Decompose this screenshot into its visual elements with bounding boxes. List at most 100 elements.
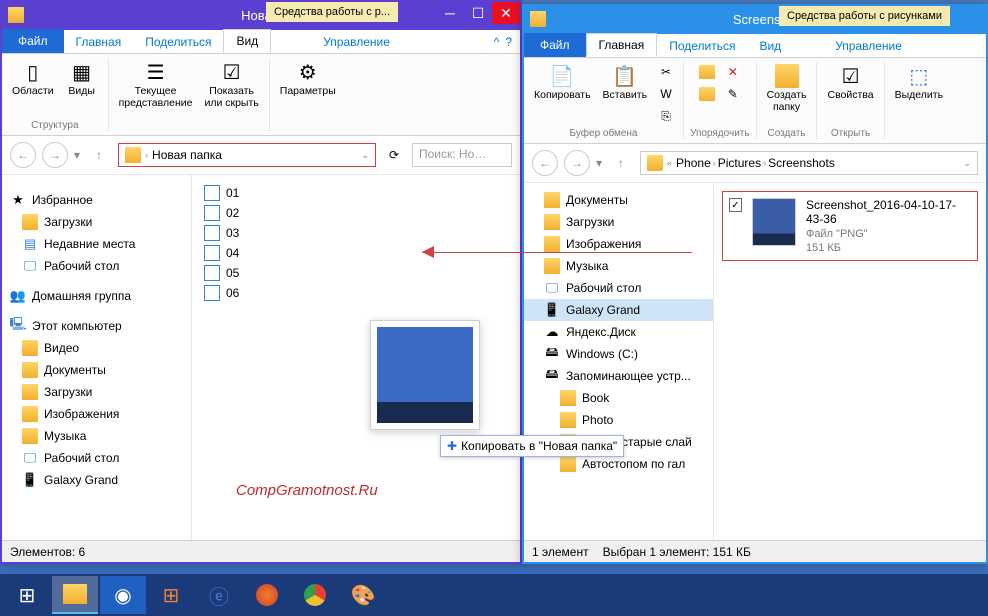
- tab-file[interactable]: Файл: [524, 33, 586, 57]
- titlebar[interactable]: Screenshots Средства работы с рисунками: [524, 6, 986, 32]
- forward-button[interactable]: →: [564, 150, 590, 176]
- rename-button[interactable]: ✎: [722, 84, 744, 104]
- select-button[interactable]: ⬚Выделить: [891, 62, 947, 139]
- tab-manage[interactable]: Управление: [823, 35, 914, 57]
- sidebar-pictures[interactable]: Изображения: [2, 403, 191, 425]
- checkbox[interactable]: ✓: [729, 198, 742, 212]
- file-list[interactable]: ✓ Screenshot_2016-04-10-17-43-36 Файл "P…: [714, 183, 986, 547]
- select-icon: ⬚: [907, 64, 931, 88]
- task-paint[interactable]: 🎨: [340, 576, 386, 614]
- file-item[interactable]: 02: [200, 203, 512, 223]
- copy-to-button[interactable]: [696, 84, 718, 104]
- sidebar-downloads[interactable]: Загрузки: [2, 211, 191, 233]
- help-icon[interactable]: ?: [505, 35, 512, 49]
- contextual-tab[interactable]: Средства работы с рисунками: [779, 6, 950, 26]
- sidebar-thispc[interactable]: 🖳Этот компьютер: [2, 315, 191, 337]
- copy-button[interactable]: 📄Копировать: [530, 62, 595, 126]
- task-firefox[interactable]: [244, 576, 290, 614]
- task-app-blue[interactable]: ◉: [100, 576, 146, 614]
- tab-manage[interactable]: Управление: [311, 31, 402, 53]
- sidebar-recent[interactable]: ▤Недавние места: [2, 233, 191, 255]
- sidebar-documents[interactable]: Документы: [2, 359, 191, 381]
- current-view-button[interactable]: ☰Текущее представление: [115, 58, 197, 129]
- sidebar-homegroup[interactable]: 👥Домашняя группа: [2, 285, 191, 307]
- sidebar-book[interactable]: Book: [524, 387, 713, 409]
- taskbar: ⊞ ◉ ⊞ ⓔ 🎨: [0, 574, 988, 616]
- task-ie[interactable]: ⓔ: [196, 576, 242, 614]
- views-button[interactable]: ▦Виды: [62, 58, 102, 118]
- properties-button[interactable]: ☑Свойства: [823, 62, 877, 126]
- file-item[interactable]: 04: [200, 243, 512, 263]
- phone-icon: 📱: [544, 302, 560, 318]
- recent-dropdown-icon[interactable]: ▾: [74, 148, 80, 162]
- maximize-button[interactable]: ☐: [464, 2, 492, 24]
- task-app-tiles[interactable]: ⊞: [148, 576, 194, 614]
- file-item[interactable]: 01: [200, 183, 512, 203]
- cut-button[interactable]: ✂: [655, 62, 677, 82]
- paste-button[interactable]: 📋Вставить: [599, 62, 652, 126]
- delete-button[interactable]: ✕: [722, 62, 744, 82]
- star-icon: ★: [10, 192, 26, 208]
- folder-icon: [560, 390, 576, 406]
- close-button[interactable]: ✕: [492, 2, 520, 24]
- back-button[interactable]: ←: [10, 142, 36, 168]
- sidebar-photo[interactable]: Photo: [524, 409, 713, 431]
- tab-view[interactable]: Вид: [223, 29, 271, 53]
- paste-shortcut-button[interactable]: ⎘: [655, 106, 677, 126]
- tab-share[interactable]: Поделиться: [133, 31, 223, 53]
- tab-home[interactable]: Главная: [586, 33, 658, 57]
- sidebar-downloads2[interactable]: Загрузки: [2, 381, 191, 403]
- sidebar-desktop2[interactable]: 🖵Рабочий стол: [2, 447, 191, 469]
- file-item[interactable]: 05: [200, 263, 512, 283]
- sidebar-galaxy[interactable]: 📱Galaxy Grand: [2, 469, 191, 491]
- move-to-button[interactable]: [696, 62, 718, 82]
- task-explorer[interactable]: [52, 576, 98, 614]
- sidebar-documents[interactable]: Документы: [524, 189, 713, 211]
- search-input[interactable]: Поиск: Но…: [412, 143, 512, 167]
- sidebar-favorites[interactable]: ★Избранное: [2, 189, 191, 211]
- folder-icon: [647, 155, 663, 171]
- sidebar-desktop[interactable]: 🖵Рабочий стол: [2, 255, 191, 277]
- sidebar-video[interactable]: Видео: [2, 337, 191, 359]
- options-button[interactable]: ⚙Параметры: [276, 58, 340, 131]
- address-input[interactable]: › Новая папка ⌄: [118, 143, 376, 167]
- copy-path-button[interactable]: W: [655, 84, 677, 104]
- tab-view[interactable]: Вид: [747, 35, 793, 57]
- tab-home[interactable]: Главная: [64, 31, 134, 53]
- recent-dropdown-icon[interactable]: ▾: [596, 156, 602, 170]
- tab-file[interactable]: Файл: [2, 29, 64, 53]
- sidebar-galaxy[interactable]: 📱Galaxy Grand: [524, 299, 713, 321]
- contextual-tab[interactable]: Средства работы с р...: [266, 2, 398, 22]
- sidebar-yandex[interactable]: ☁Яндекс.Диск: [524, 321, 713, 343]
- address-bar: ← → ▾ ↑ « Phone›Pictures›Screenshots ⌄: [524, 144, 986, 183]
- sidebar-music[interactable]: Музыка: [524, 255, 713, 277]
- sidebar-desktop[interactable]: 🖵Рабочий стол: [524, 277, 713, 299]
- new-folder-button[interactable]: Создать папку: [763, 62, 811, 126]
- sidebar-downloads[interactable]: Загрузки: [524, 211, 713, 233]
- file-item[interactable]: 03: [200, 223, 512, 243]
- sidebar-windows-c[interactable]: 🖴Windows (C:): [524, 343, 713, 365]
- back-button[interactable]: ←: [532, 150, 558, 176]
- minimize-button[interactable]: ─: [436, 2, 464, 24]
- options-icon: ⚙: [296, 60, 320, 84]
- areas-button[interactable]: ▯Области: [8, 58, 58, 118]
- titlebar[interactable]: Новая папка Средства работы с р... ─ ☐ ✕: [2, 2, 520, 28]
- up-button[interactable]: ↑: [86, 142, 112, 168]
- forward-button[interactable]: →: [42, 142, 68, 168]
- up-button[interactable]: ↑: [608, 150, 634, 176]
- folder-icon: [775, 64, 799, 88]
- show-hide-button[interactable]: ☑Показать или скрыть: [200, 58, 262, 129]
- sidebar-music[interactable]: Музыка: [2, 425, 191, 447]
- start-button[interactable]: ⊞: [4, 576, 50, 614]
- tab-share[interactable]: Поделиться: [657, 35, 747, 57]
- ribbon-collapse-icon[interactable]: ^: [494, 35, 500, 49]
- group-structure: Структура: [8, 120, 102, 131]
- sidebar-storage[interactable]: 🖴Запоминающее устр...: [524, 365, 713, 387]
- status-bar: 1 элемент Выбран 1 элемент: 151 КБ: [524, 540, 986, 562]
- file-label: 03: [226, 226, 239, 240]
- file-tile[interactable]: ✓ Screenshot_2016-04-10-17-43-36 Файл "P…: [722, 191, 978, 261]
- refresh-button[interactable]: ⟳: [382, 143, 406, 167]
- address-input[interactable]: « Phone›Pictures›Screenshots ⌄: [640, 151, 978, 175]
- file-item[interactable]: 06: [200, 283, 512, 303]
- task-chrome[interactable]: [292, 576, 338, 614]
